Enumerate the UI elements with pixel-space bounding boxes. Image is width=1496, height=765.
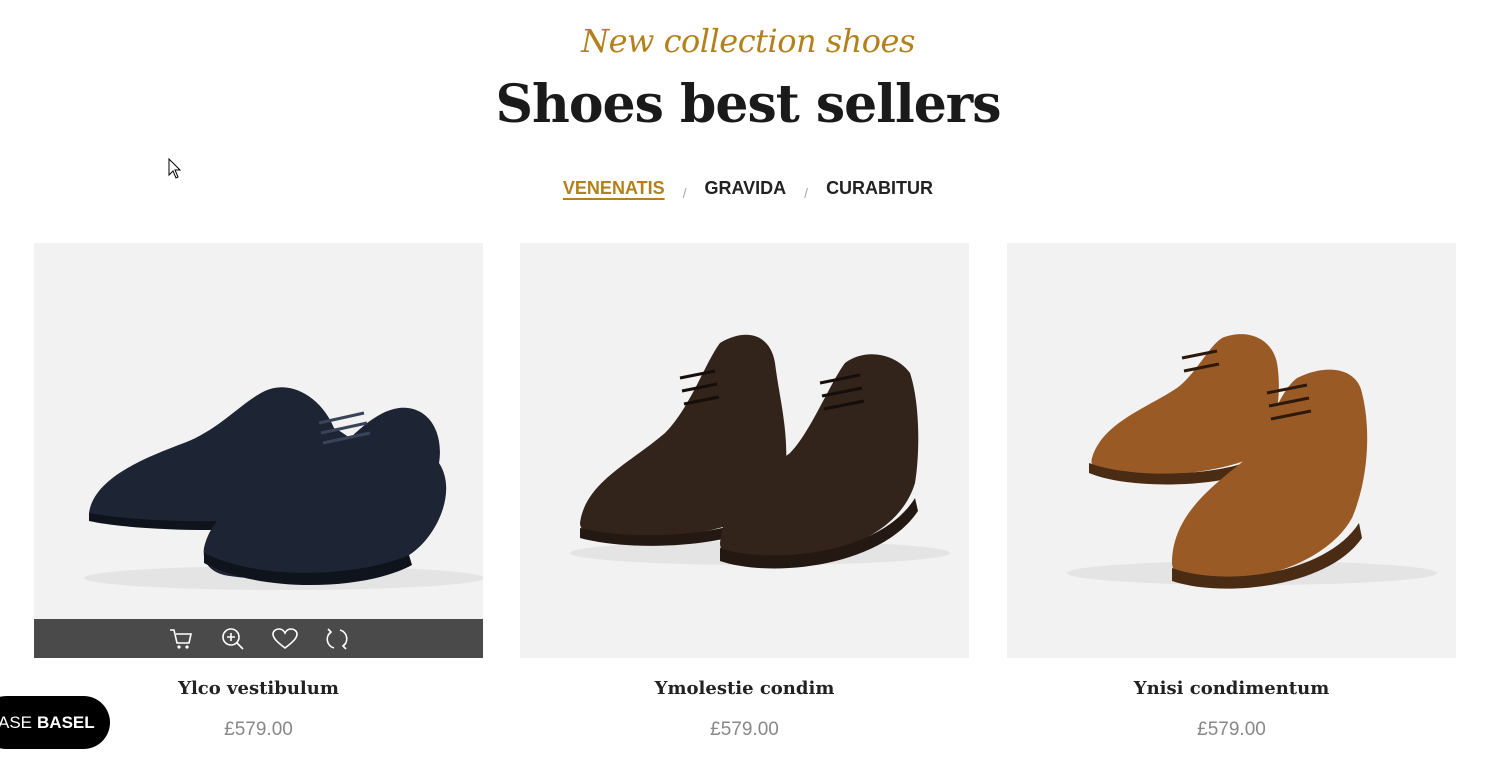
tab-gravida[interactable]: GRAVIDA [701, 178, 791, 199]
compare-icon[interactable] [322, 624, 352, 654]
product-name[interactable]: Ylco vestibulum [34, 678, 483, 699]
product-actions-bar [34, 619, 483, 658]
purchase-badge[interactable]: ASE BASEL [0, 696, 110, 749]
shoe-image [570, 334, 950, 569]
cart-icon[interactable] [166, 624, 196, 654]
tab-separator: / [682, 184, 687, 201]
category-tabs: VENENATIS / GRAVIDA / CURABITUR [0, 178, 1496, 201]
mouse-cursor-icon [168, 158, 182, 179]
badge-brand: BASEL [37, 712, 95, 732]
product-image[interactable] [1007, 243, 1456, 658]
product-card: Ynisi condimentum £579.00 [1007, 243, 1456, 741]
shoe-image [84, 387, 483, 590]
shoe-image [1067, 334, 1437, 589]
tab-separator: / [804, 184, 809, 201]
section-title: Shoes best sellers [495, 74, 1002, 135]
product-image[interactable] [520, 243, 969, 658]
heart-icon[interactable] [270, 624, 300, 654]
product-image[interactable] [34, 243, 483, 658]
tab-venenatis[interactable]: VENENATIS [559, 178, 669, 199]
badge-prefix: ASE [0, 712, 33, 732]
product-name[interactable]: Ynisi condimentum [1007, 678, 1456, 699]
product-price: £579.00 [1197, 719, 1266, 740]
tab-curabitur[interactable]: CURABITUR [822, 178, 937, 199]
product-name[interactable]: Ymolestie condim [520, 678, 969, 699]
product-card: Ylco vestibulum £579.00 [34, 243, 483, 741]
product-price: £579.00 [710, 719, 779, 740]
zoom-icon[interactable] [218, 624, 248, 654]
section-subtitle: New collection shoes [581, 22, 915, 60]
product-card: Ymolestie condim £579.00 [520, 243, 969, 741]
